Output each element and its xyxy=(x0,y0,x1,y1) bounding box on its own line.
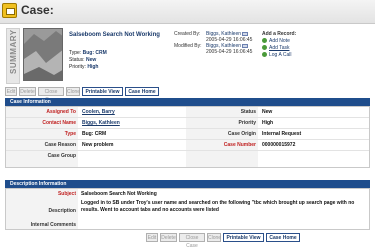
case-info-row: Case Reason New problem Case Number 0000… xyxy=(6,140,369,151)
add-note-link[interactable]: Add Note xyxy=(262,38,296,45)
modified-at: 2005-04-29 16:06:45 xyxy=(206,49,253,55)
summary-priority: Priority: High xyxy=(69,64,99,70)
case-info-row: Type Bug: CRM Case Origin Internal Reque… xyxy=(6,129,369,140)
contact-name-link[interactable]: Biggs, Kathleen xyxy=(82,120,120,126)
top-toolbar: Edit Delete Close Case Clone Printable V… xyxy=(5,87,225,103)
subject-value: Salseboom Search Not Working xyxy=(81,191,157,197)
case-briefcase-icon xyxy=(2,3,17,18)
bottom-toolbar: Edit Delete Close Case Clone Printable V… xyxy=(146,233,371,249)
case-info-row: Contact Name Biggs, Kathleen Priority Hi… xyxy=(6,118,369,129)
summary-tab[interactable]: SUMMARY xyxy=(6,28,20,84)
case-thumbnail-image xyxy=(23,28,63,81)
case-info-row: Case Group xyxy=(47,153,76,159)
close-case-button[interactable]: Close Case xyxy=(179,233,205,249)
internal-comments-label: Internal Comments xyxy=(30,222,76,228)
printable-view-button[interactable]: Printable View xyxy=(223,233,264,242)
subject-label: Subject xyxy=(57,191,76,197)
summary-tab-label: SUMMARY xyxy=(9,29,18,74)
edit-pencil-icon[interactable] xyxy=(242,31,249,36)
clone-button[interactable]: Clone xyxy=(207,233,221,242)
add-record-title: Add a Record: xyxy=(262,31,297,37)
edit-button[interactable]: Edit xyxy=(5,87,17,96)
description-heading: Description Information xyxy=(5,180,370,188)
created-modified-info: Created By: Biggs, Kathleen 2005-04-29 16… xyxy=(174,31,253,55)
delete-button[interactable]: Delete xyxy=(19,87,36,96)
case-information-heading: Case Information xyxy=(5,98,370,106)
add-icon xyxy=(262,45,267,51)
add-icon xyxy=(262,38,267,44)
summary-status: Status: New xyxy=(69,57,97,63)
case-information-section: Case Information Assigned To Coolen, Bar… xyxy=(5,98,370,170)
printable-view-button[interactable]: Printable View xyxy=(82,87,123,96)
page-header: Case: xyxy=(0,0,375,24)
add-task-link[interactable]: Add Task xyxy=(262,45,296,52)
case-home-button[interactable]: Case Home xyxy=(125,87,159,96)
summary-panel: SUMMARY Salseboom Search Not Working Typ… xyxy=(6,28,370,84)
edit-pencil-icon[interactable] xyxy=(242,43,249,48)
assigned-to-link[interactable]: Coolen, Barry xyxy=(82,109,115,115)
case-info-row: Assigned To Coolen, Barry Status New xyxy=(6,107,369,118)
edit-button[interactable]: Edit xyxy=(146,233,158,242)
delete-button[interactable]: Delete xyxy=(160,233,177,242)
log-call-link[interactable]: Log A Call xyxy=(262,52,296,59)
description-value: Logged in to SB under Troy's user name a… xyxy=(81,200,355,213)
summary-type: Type: Bug: CRM xyxy=(69,50,107,56)
add-record-panel: Add a Record: Add Note Add Task Log A Ca… xyxy=(262,31,296,59)
case-subject-title: Salseboom Search Not Working xyxy=(69,32,160,38)
case-home-button[interactable]: Case Home xyxy=(266,233,300,242)
add-icon xyxy=(262,52,267,58)
clone-button[interactable]: Clone xyxy=(66,87,80,96)
page-title: Case: xyxy=(21,3,54,17)
description-label: Description xyxy=(48,208,76,214)
description-section: Description Information Subject Salseboo… xyxy=(5,180,370,230)
close-case-button[interactable]: Close Case xyxy=(38,87,64,103)
description-body: Subject Salseboom Search Not Working Des… xyxy=(5,188,370,230)
case-information-body: Assigned To Coolen, Barry Status New Con… xyxy=(5,106,370,168)
